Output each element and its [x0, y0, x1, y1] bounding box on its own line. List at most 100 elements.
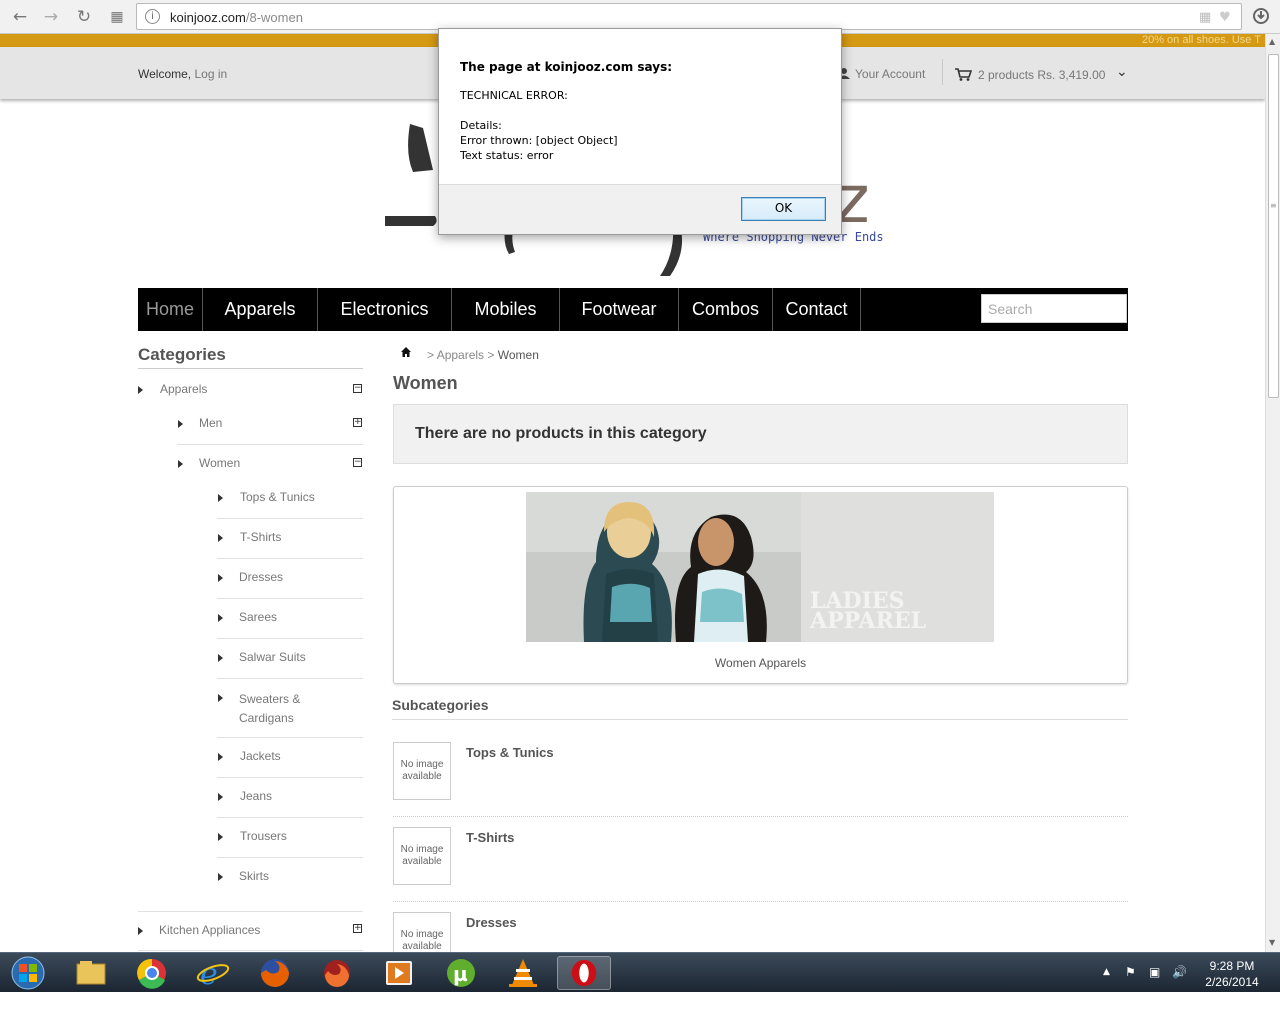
ok-button[interactable]: OK: [741, 197, 826, 221]
divider: [138, 368, 363, 369]
utorrent-icon[interactable]: µ: [434, 956, 488, 990]
welcome-text: Welcome, Log in: [138, 67, 228, 81]
back-icon[interactable]: ←: [9, 6, 31, 28]
divider: [217, 737, 363, 738]
firefox-icon[interactable]: [248, 956, 302, 990]
menu-apparels[interactable]: Apparels: [203, 288, 318, 331]
category-trousers[interactable]: Trousers: [240, 829, 287, 843]
category-women[interactable]: Women: [199, 456, 240, 470]
category-apparels[interactable]: Apparels: [160, 382, 207, 396]
page-scrollbar[interactable]: ▲ ≡ ▼: [1265, 34, 1280, 952]
category-skirts[interactable]: Skirts: [239, 869, 269, 883]
category-tops-tunics[interactable]: Tops & Tunics: [240, 490, 315, 504]
arrow-right-icon: [218, 494, 223, 502]
opera-icon[interactable]: [557, 956, 611, 990]
category-sarees[interactable]: Sarees: [239, 610, 277, 624]
subcategory-dresses[interactable]: Dresses: [466, 915, 517, 930]
categories-title: Categories: [138, 345, 226, 364]
svg-text:µ: µ: [453, 962, 468, 986]
expand-icon[interactable]: +: [353, 418, 362, 427]
divider: [392, 719, 1128, 720]
breadcrumb-women: Women: [497, 348, 539, 362]
login-link[interactable]: Log in: [194, 67, 227, 81]
reload-icon[interactable]: ↻: [73, 6, 95, 28]
subcategory-t-shirts[interactable]: T-Shirts: [466, 830, 514, 845]
cart-summary[interactable]: 2 products Rs. 3,419.00: [954, 67, 1105, 82]
ie-icon[interactable]: e: [186, 956, 240, 990]
divider: [217, 817, 363, 818]
arrow-right-icon: [218, 614, 223, 622]
address-bar[interactable]: i koinjooz.com/8-women ▦ ♥: [136, 3, 1242, 30]
menu-mobiles[interactable]: Mobiles: [452, 288, 560, 331]
menu-home[interactable]: Home: [138, 288, 203, 331]
category-kitchen-appliances[interactable]: Kitchen Appliances: [159, 923, 260, 937]
network-icon[interactable]: ▣: [1149, 965, 1160, 979]
chrome-icon[interactable]: [125, 956, 179, 990]
arrow-right-icon: [178, 420, 183, 428]
vlc-icon[interactable]: [496, 956, 550, 990]
divider: [217, 678, 363, 679]
dialog-message: TECHNICAL ERROR: Details: Error thrown: …: [460, 89, 618, 162]
arrow-right-icon: [218, 574, 223, 582]
your-account-link[interactable]: Your Account: [838, 67, 925, 81]
chevron-down-icon[interactable]: ⌄: [1116, 64, 1128, 80]
divider: [177, 444, 363, 445]
arrow-right-icon: [138, 386, 143, 394]
scroll-down-icon[interactable]: ▼: [1269, 938, 1275, 947]
divider: [217, 638, 363, 639]
search-input[interactable]: Search: [981, 294, 1127, 323]
explorer-icon[interactable]: [64, 956, 118, 990]
page-info-icon[interactable]: i: [145, 9, 160, 24]
menu-footwear[interactable]: Footwear: [560, 288, 679, 331]
action-center-flag-icon[interactable]: ⚑: [1125, 965, 1136, 979]
extension-icon[interactable]: ▦: [1199, 10, 1211, 25]
firefox-aurora-icon[interactable]: [310, 956, 364, 990]
menu-combos[interactable]: Combos: [679, 288, 773, 331]
no-image-thumbnail[interactable]: No image available: [393, 742, 451, 800]
breadcrumb-apparels[interactable]: Apparels: [437, 348, 484, 362]
arrow-right-icon: [218, 534, 223, 542]
category-banner: LADIES APPAREL Women Apparels: [393, 486, 1128, 684]
expand-icon[interactable]: +: [353, 924, 362, 933]
scroll-up-icon[interactable]: ▲: [1269, 37, 1275, 46]
category-salwar-suits[interactable]: Salwar Suits: [239, 650, 306, 664]
ladies-apparel-banner-image: LADIES APPAREL: [526, 492, 994, 642]
divider: [217, 857, 363, 858]
category-jackets[interactable]: Jackets: [240, 749, 281, 763]
download-icon[interactable]: [1252, 7, 1270, 25]
arrow-right-icon: [218, 833, 223, 841]
start-button-icon[interactable]: [8, 956, 48, 990]
arrow-right-icon: [138, 927, 143, 935]
volume-icon[interactable]: 🔊: [1172, 965, 1187, 979]
category-men[interactable]: Men: [199, 416, 222, 430]
bookmark-heart-icon[interactable]: ♥: [1219, 10, 1231, 25]
media-player-icon[interactable]: [372, 956, 426, 990]
svg-text:e: e: [200, 957, 218, 990]
collapse-icon[interactable]: −: [353, 384, 362, 393]
category-sweaters-cardigans[interactable]: Sweaters & Cardigans: [239, 690, 300, 728]
arrow-right-icon: [218, 694, 223, 702]
home-icon[interactable]: [400, 346, 412, 358]
category-dresses[interactable]: Dresses: [239, 570, 283, 584]
collapse-icon[interactable]: −: [353, 458, 362, 467]
show-hidden-icons-icon[interactable]: ▲: [1103, 967, 1110, 977]
no-image-thumbnail[interactable]: No image available: [393, 912, 451, 952]
windows-taskbar: e µ ▲ ⚑ ▣ 🔊 9:28 PM 2/26/2014: [0, 952, 1280, 992]
divider: [217, 518, 363, 519]
menu-electronics[interactable]: Electronics: [318, 288, 452, 331]
system-clock[interactable]: 9:28 PM 2/26/2014: [1195, 958, 1269, 990]
divider: [942, 59, 943, 85]
blank-strip: [0, 992, 1280, 1024]
subcategory-tops-tunics[interactable]: Tops & Tunics: [466, 745, 554, 760]
scrollbar-thumb[interactable]: [1268, 54, 1279, 398]
category-jeans[interactable]: Jeans: [240, 789, 272, 803]
forward-icon[interactable]: →: [40, 6, 62, 28]
subcategories-title: Subcategories: [392, 697, 489, 713]
promo-text: 20% on all shoes. Use T: [1141, 34, 1261, 46]
no-image-thumbnail[interactable]: No image available: [393, 827, 451, 885]
category-t-shirts[interactable]: T-Shirts: [240, 530, 281, 544]
apps-grid-icon[interactable]: ▦: [106, 6, 128, 28]
arrow-right-icon: [218, 793, 223, 801]
menu-contact[interactable]: Contact: [773, 288, 861, 331]
cart-icon: [955, 68, 973, 81]
